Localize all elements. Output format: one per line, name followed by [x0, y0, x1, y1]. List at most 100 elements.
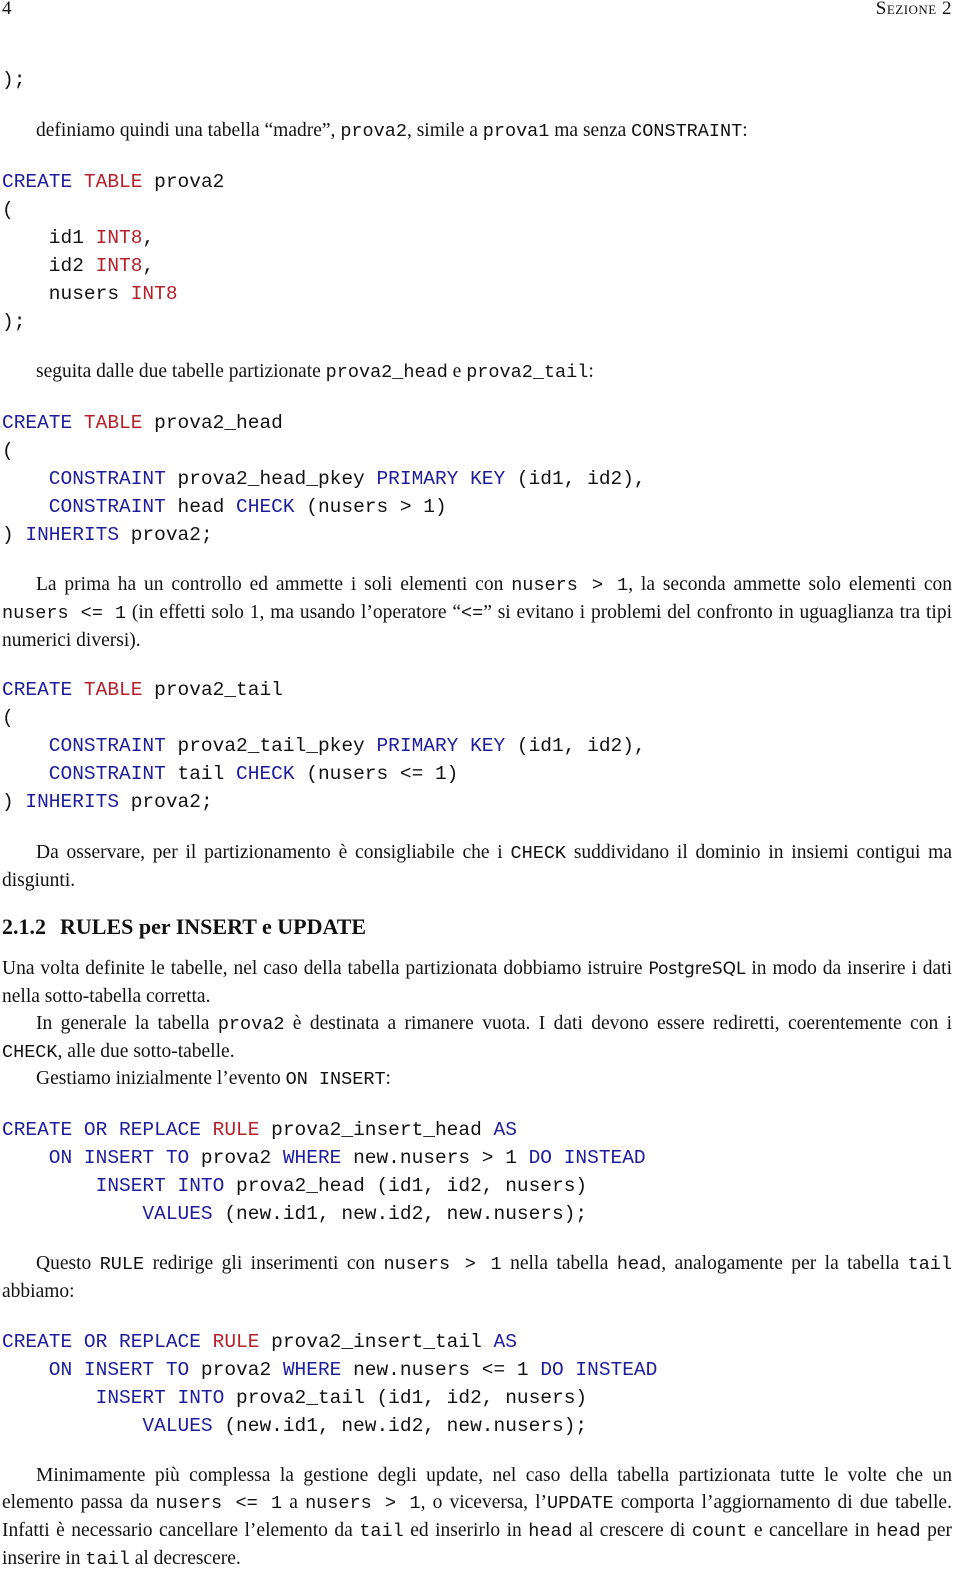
- column-name: nusers: [2, 283, 131, 305]
- code-line: CREATE OR REPLACE RULE prova2_insert_hea…: [2, 1116, 646, 1144]
- code-line: INSERT INTO prova2_head (id1, id2, nuser…: [2, 1172, 646, 1200]
- code-text: prova2: [189, 1147, 283, 1169]
- code-line: CREATE TABLE prova2: [2, 168, 224, 196]
- column-type: INT8: [95, 227, 143, 249]
- code-text: (nusers > 1): [294, 496, 447, 518]
- code-line: CONSTRAINT prova2_head_pkey PRIMARY KEY …: [2, 465, 646, 493]
- inline-code: CHECK: [510, 843, 567, 864]
- sql-keyword: CREATE: [2, 171, 73, 193]
- text: , analogamente per la tabella: [661, 1253, 908, 1274]
- code-text: ): [2, 524, 26, 546]
- code-text: prova2;: [119, 524, 213, 546]
- constraint-name: head: [165, 496, 237, 518]
- sql-keyword: INHERITS: [25, 791, 120, 813]
- inline-code: prova2: [217, 1014, 285, 1035]
- inline-code: <=: [460, 603, 484, 624]
- text: Una volta definite le tabelle, nel caso …: [2, 958, 649, 979]
- sql-keyword: AS: [493, 1331, 517, 1353]
- inline-code: nusers > 1: [305, 1493, 421, 1514]
- code-line: VALUES (new.id1, new.id2, new.nusers);: [2, 1200, 646, 1228]
- inline-code: nusers > 1: [383, 1254, 502, 1275]
- inline-code: tail: [907, 1254, 953, 1275]
- code-line: ON INSERT TO prova2 WHERE new.nusers <= …: [2, 1356, 658, 1384]
- code-text: prova2;: [119, 791, 213, 813]
- code-text: (new.id1, new.id2, new.nusers);: [212, 1415, 588, 1437]
- inline-code: RULE: [99, 1254, 145, 1275]
- sql-keyword: RULE: [200, 1331, 260, 1353]
- code-text: (id1, id2),: [505, 735, 646, 757]
- code-line: ON INSERT TO prova2 WHERE new.nusers > 1…: [2, 1144, 646, 1172]
- code-line: CREATE TABLE prova2_tail: [2, 676, 646, 704]
- inline-code: UPDATE: [547, 1493, 614, 1514]
- text: La prima ha un controllo ed ammette i so…: [36, 574, 512, 595]
- sql-keyword: ON INSERT TO: [2, 1359, 190, 1381]
- section-number: 2.1.2: [2, 914, 46, 939]
- rules-intro-paragraph: Una volta definite le tabelle, nel caso …: [2, 955, 952, 1010]
- inline-code: prova2_head: [325, 362, 448, 383]
- text: , o viceversa, l’: [420, 1492, 548, 1513]
- text: e cancellare in: [747, 1520, 877, 1541]
- inline-code: nusers <= 1: [155, 1493, 283, 1514]
- code-text: ): [2, 791, 26, 813]
- constraint-name: prova2_tail_pkey: [165, 735, 377, 757]
- inline-code: tail: [359, 1521, 404, 1542]
- code-text: (new.id1, new.id2, new.nusers);: [212, 1203, 588, 1225]
- code-line: INSERT INTO prova2_tail (id1, id2, nuser…: [2, 1384, 657, 1412]
- rule-explanation-paragraph: Questo RULE redirige gli inserimenti con…: [2, 1250, 952, 1305]
- sql-keyword: WHERE: [282, 1147, 342, 1169]
- inline-code: tail: [85, 1549, 130, 1570]
- text: , la seconda ammette solo elementi con: [628, 574, 953, 595]
- sql-keyword: CONSTRAINT: [2, 468, 166, 490]
- inline-code: prova2_tail: [466, 362, 589, 383]
- sql-keyword: CREATE OR REPLACE: [2, 1119, 201, 1141]
- text: abbiamo:: [2, 1281, 75, 1302]
- sql-keyword: CHECK: [236, 763, 295, 785]
- sql-keyword: CREATE: [2, 412, 73, 434]
- sql-keyword: PRIMARY KEY: [376, 468, 506, 490]
- text: redirige gli inserimenti con: [144, 1253, 384, 1274]
- code-text: (id1, id2),: [505, 468, 646, 490]
- page-number: 4: [2, 0, 12, 19]
- sql-keyword: DO INSTEAD: [540, 1359, 658, 1381]
- sql-keyword: INHERITS: [25, 524, 120, 546]
- text: Gestiamo inizialmente l’evento: [36, 1068, 286, 1089]
- column-type: INT8: [95, 255, 143, 277]
- text: Da osservare, per il partizionamento è c…: [36, 842, 511, 863]
- inline-code: count: [691, 1521, 748, 1542]
- constraint-name: prova2_head_pkey: [165, 468, 377, 490]
- rules-event-paragraph: Gestiamo inizialmente l’evento ON INSERT…: [2, 1065, 952, 1093]
- product-name: PostgreSQL: [648, 959, 746, 979]
- code-line: CONSTRAINT prova2_tail_pkey PRIMARY KEY …: [2, 732, 646, 760]
- text: al decrescere.: [129, 1548, 241, 1569]
- code-block-rule-insert-head: CREATE OR REPLACE RULE prova2_insert_hea…: [2, 1116, 646, 1228]
- punct: ,: [142, 255, 155, 277]
- sql-keyword: TABLE: [83, 171, 143, 193]
- update-paragraph: Minimamente più complessa la gestione de…: [2, 1462, 952, 1573]
- code-line: CREATE OR REPLACE RULE prova2_insert_tai…: [2, 1328, 657, 1356]
- code-block-create-prova2: CREATE TABLE prova2 ( id1 INT8, id2 INT8,…: [2, 168, 224, 336]
- intro-paragraph: definiamo quindi una tabella “madre”, pr…: [2, 117, 952, 145]
- sql-keyword: CONSTRAINT: [2, 763, 166, 785]
- text: seguita dalle due tabelle partizionate: [36, 361, 326, 382]
- text: nella tabella: [501, 1253, 617, 1274]
- table-name: prova2: [142, 171, 225, 193]
- text: a: [282, 1492, 306, 1513]
- code-line: (: [2, 199, 14, 221]
- text: (in effetti solo 1, ma usando l’operator…: [126, 602, 461, 623]
- table-name: prova2_tail: [142, 679, 283, 701]
- sql-keyword: CHECK: [236, 496, 295, 518]
- inline-code: head: [876, 1521, 921, 1542]
- inline-code: prova2: [340, 121, 407, 142]
- code-line: CREATE TABLE prova2_head: [2, 409, 646, 437]
- text: :: [588, 361, 594, 382]
- text: definiamo quindi una tabella “madre”,: [36, 120, 341, 141]
- text: e: [447, 361, 467, 382]
- sql-keyword: INSERT INTO: [2, 1175, 225, 1197]
- inline-code: CONSTRAINT: [631, 121, 743, 142]
- code-text: prova2_tail (id1, id2, nusers): [224, 1387, 588, 1409]
- text: , simile a: [406, 120, 483, 141]
- text: è destinata a rimanere vuota. I dati dev…: [284, 1013, 952, 1034]
- sql-keyword: TABLE: [83, 679, 143, 701]
- table-name: prova2_head: [142, 412, 283, 434]
- sql-keyword: WHERE: [282, 1359, 342, 1381]
